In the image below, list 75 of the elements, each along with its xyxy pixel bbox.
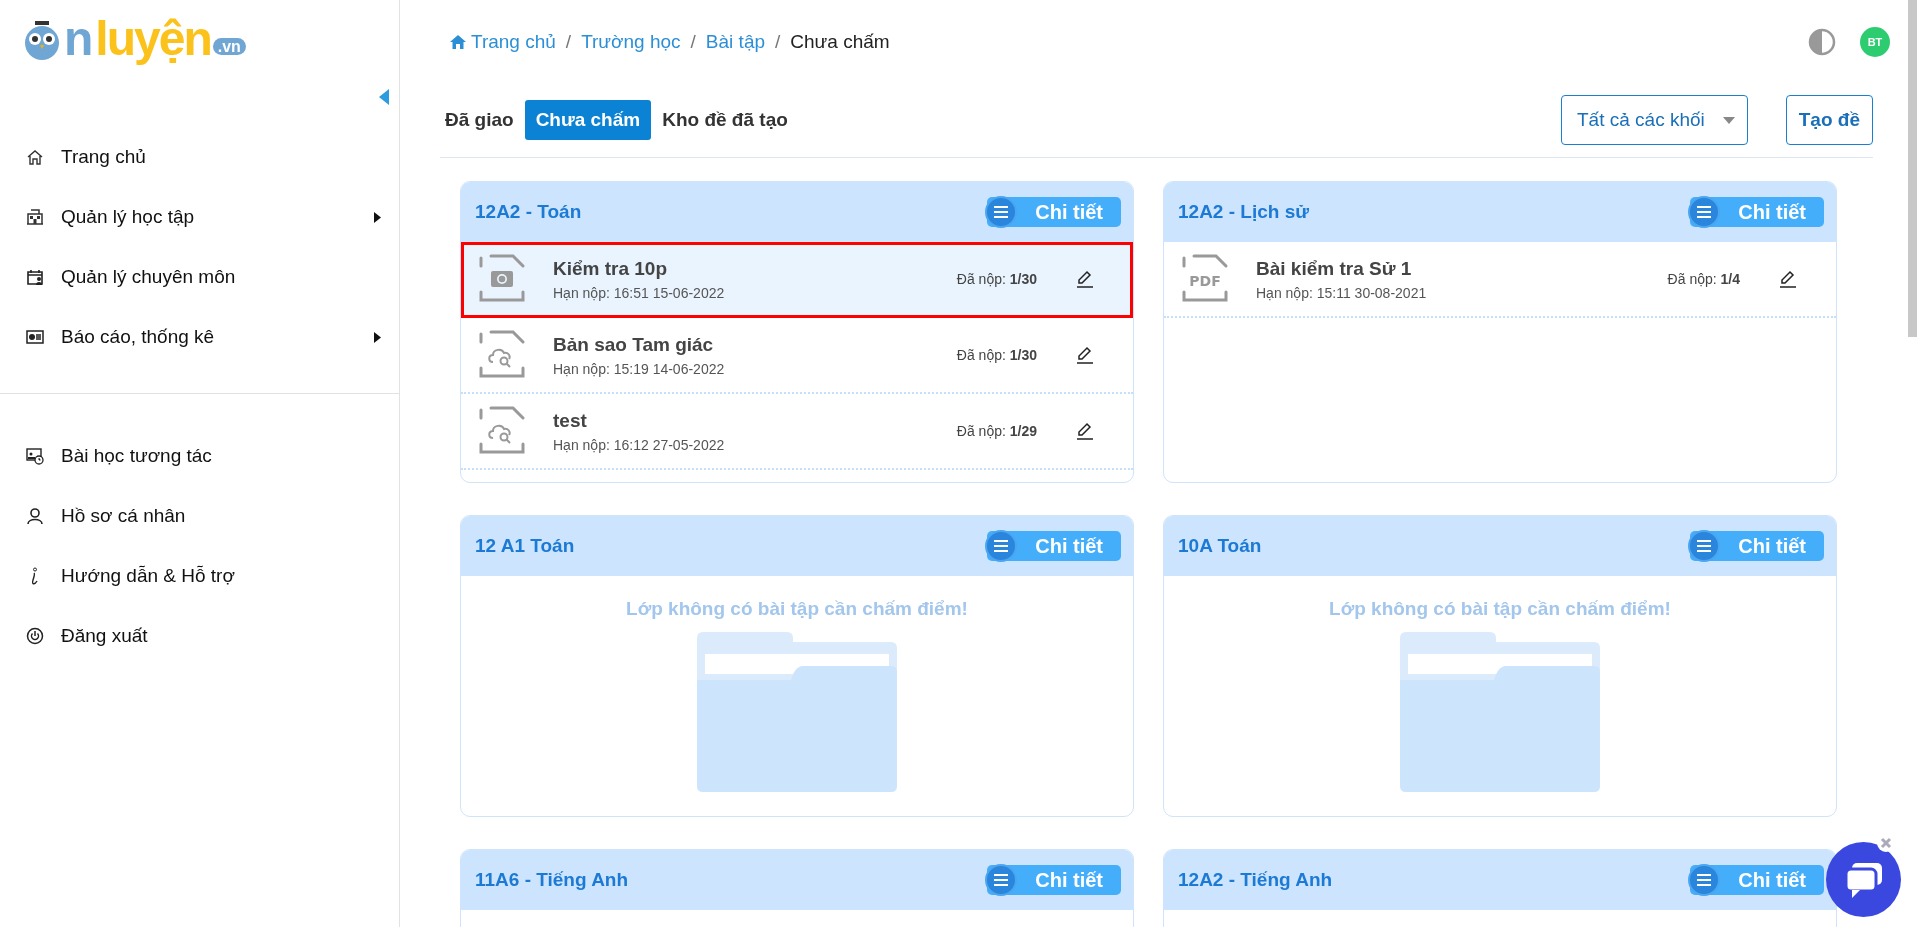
deadline-text: Hạn nộp: 15:11 30-08-2021 <box>1256 284 1428 301</box>
logo-domain-badge: .vn <box>212 37 246 55</box>
assignment-title: Bản sao Tam giác <box>553 333 715 356</box>
class-title: 12A2 - Toán <box>475 201 582 223</box>
sidebar-item[interactable]: Đăng xuất <box>0 606 399 666</box>
submission-count: Đã nộp: 1/29 <box>956 423 1037 439</box>
class-title: 11A6 - Tiếng Anh <box>475 869 629 891</box>
assignment-title: Kiểm tra 10p <box>553 257 669 280</box>
breadcrumb-separator: / <box>775 31 781 53</box>
class-title: 12A2 - Tiếng Anh <box>1178 869 1333 891</box>
deadline-text: Hạn nộp: 16:51 15-06-2022 <box>553 284 726 301</box>
sidebar-item[interactable]: Báo cáo, thống kê <box>0 307 399 367</box>
power-icon <box>26 627 44 645</box>
list-icon <box>985 864 1018 896</box>
list-icon <box>1688 530 1721 562</box>
sidebar-item[interactable]: Quản lý chuyên môn <box>0 247 399 307</box>
assignment-title: Bài kiểm tra Sử 1 <box>1256 257 1413 280</box>
edit-icon[interactable] <box>1075 345 1095 365</box>
submenu-arrow-icon <box>374 211 381 223</box>
edit-icon[interactable] <box>1075 269 1095 289</box>
breadcrumb-link[interactable]: Trường học <box>581 31 681 53</box>
edit-icon[interactable] <box>1075 421 1095 441</box>
breadcrumb-separator: / <box>565 31 572 53</box>
school-building-icon <box>26 208 44 226</box>
assignment-row[interactable]: test Hạn nộp: 16:12 27-05-2022 Đã nộp: 1/29 <box>461 394 1133 470</box>
list-icon <box>1688 196 1721 228</box>
tab[interactable]: Kho đề đã tạo <box>657 101 793 139</box>
calendar-person-icon <box>26 268 44 286</box>
info-icon <box>32 567 38 585</box>
camera-file-icon <box>477 254 527 304</box>
empty-message: Lớp không có bài tập cần chấm điểm! <box>1329 598 1671 620</box>
deadline-text: Hạn nộp: 16:12 27-05-2022 <box>553 436 726 453</box>
home-icon <box>450 35 466 49</box>
class-title: 12A2 - Lịch sử <box>1178 201 1309 223</box>
cloud-search-file-icon <box>477 330 527 380</box>
report-card-icon <box>26 328 44 346</box>
assignment-row[interactable]: PDF Bài kiểm tra Sử 1 Hạn nộp: 15:11 30-08-2021 Đã nộp: 1/4 <box>1164 242 1836 318</box>
list-icon <box>985 196 1018 228</box>
tab[interactable]: Đã giao <box>440 101 519 139</box>
create-exam-button[interactable]: Tạo đề <box>1785 95 1873 145</box>
list-icon <box>985 530 1018 562</box>
breadcrumb-link[interactable]: Trang chủ <box>450 31 556 53</box>
sidebar-item[interactable]: Hướng dẫn & Hỗ trợ <box>0 546 399 606</box>
tab[interactable]: Chưa chấm <box>524 100 652 140</box>
sidebar-item[interactable]: Trang chủ <box>0 127 399 187</box>
cloud-search-file-icon <box>477 406 527 456</box>
sidebar-item[interactable]: Quản lý học tập <box>0 187 399 247</box>
breadcrumb-separator: / <box>690 31 696 53</box>
grade-filter-dropdown[interactable]: Tất cả các khối <box>1561 95 1748 145</box>
edit-icon[interactable] <box>1778 269 1798 289</box>
submission-count: Đã nộp: 1/4 <box>1667 271 1740 287</box>
home-icon <box>26 148 44 166</box>
sidebar-item[interactable]: Hồ sơ cá nhân <box>0 486 399 546</box>
file-type-label: PDF <box>1189 273 1221 289</box>
breadcrumb-current: Chưa chấm <box>790 31 890 53</box>
contrast-icon[interactable] <box>1808 28 1836 56</box>
caret-icon <box>1722 116 1735 124</box>
submission-count: Đã nộp: 1/30 <box>956 271 1037 287</box>
assignment-title: test <box>553 409 588 432</box>
breadcrumb-link[interactable]: Bài tập <box>705 31 765 53</box>
sidebar-item[interactable]: Bài học tương tác <box>0 426 399 486</box>
screen-clock-icon <box>26 447 44 465</box>
submenu-arrow-icon <box>374 331 381 343</box>
assignment-row[interactable]: Bản sao Tam giác Hạn nộp: 15:19 14-06-2022 Đã nộp: 1/30 <box>461 318 1133 394</box>
scrollbar[interactable] <box>1908 0 1917 337</box>
list-icon <box>1688 864 1721 896</box>
empty-message: Lớp không có bài tập cần chấm điểm! <box>626 598 968 620</box>
logo-text: n <box>64 17 92 61</box>
submission-count: Đã nộp: 1/30 <box>956 347 1037 363</box>
user-icon <box>26 507 44 525</box>
assignment-row[interactable]: Kiểm tra 10p Hạn nộp: 16:51 15-06-2022 Đã nộp: 1/30 <box>461 242 1133 318</box>
deadline-text: Hạn nộp: 15:19 14-06-2022 <box>553 360 726 377</box>
class-title: 10A Toán <box>1178 535 1262 557</box>
class-title: 12 A1 Toán <box>475 535 575 557</box>
collapse-arrow-icon[interactable] <box>379 89 389 105</box>
